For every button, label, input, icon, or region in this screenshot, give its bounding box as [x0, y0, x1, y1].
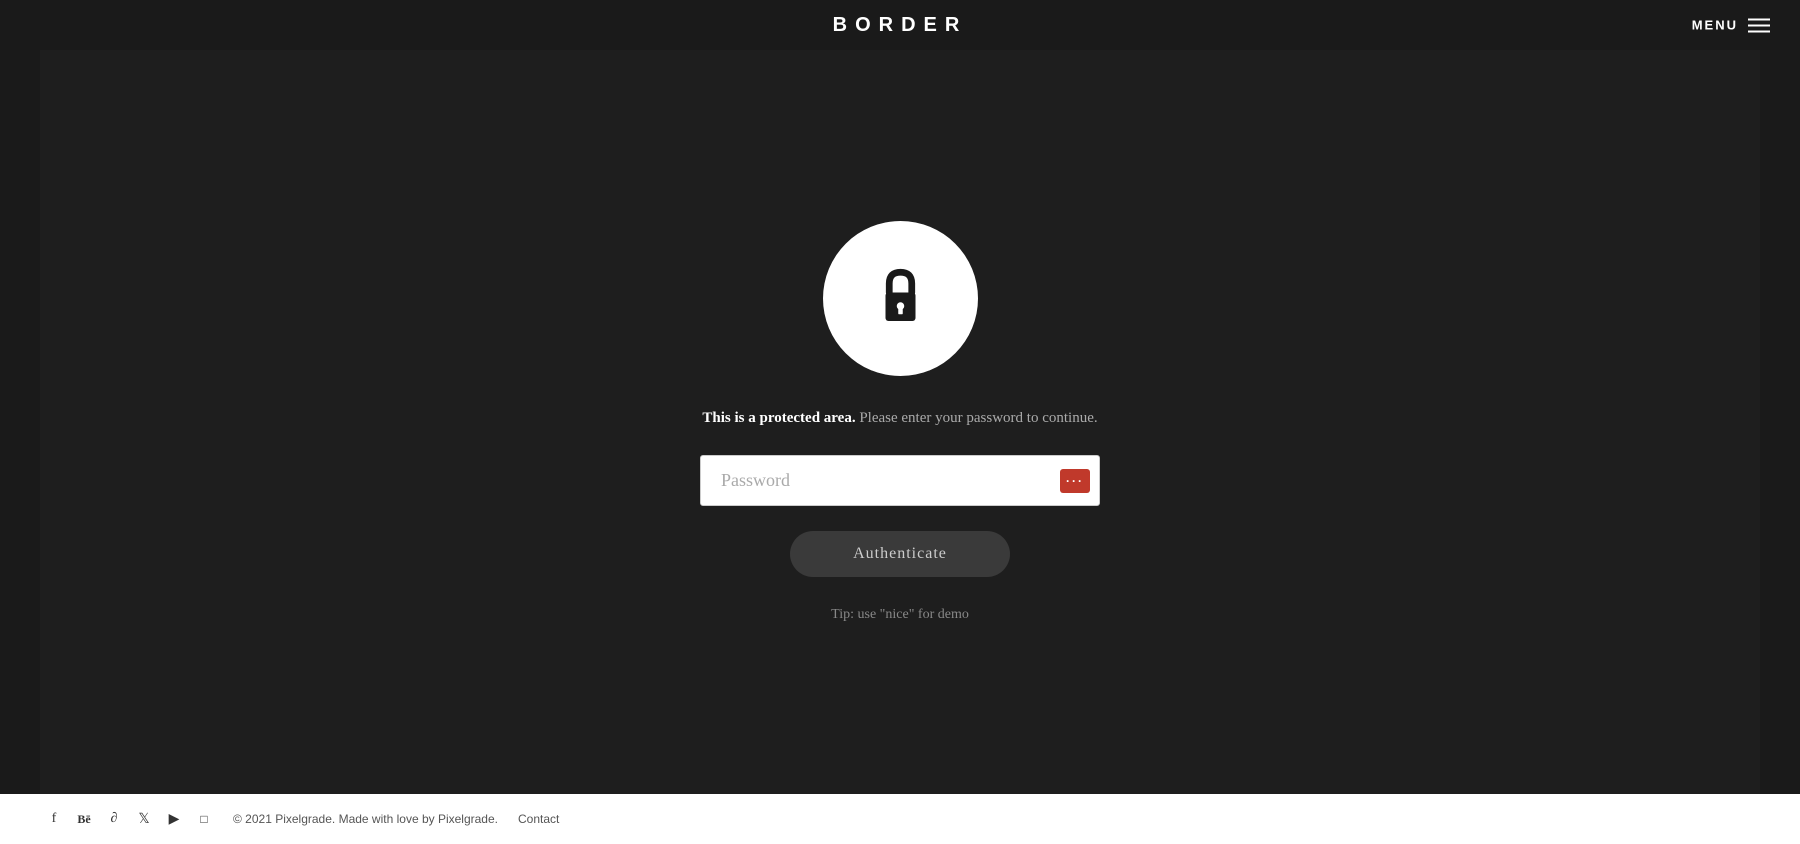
main-content: This is a protected area. Please enter y… [40, 50, 1760, 794]
description-body: Please enter your password to continue. [856, 410, 1098, 426]
footer: f Bē ∂ 𝕏 ▶ □ © 2021 Pixelgrade. Made wit… [0, 794, 1800, 844]
lock-circle [823, 221, 978, 376]
toggle-password-button[interactable]: ··· [1060, 469, 1090, 493]
password-wrapper: ··· [700, 455, 1100, 506]
copyright-text: © 2021 Pixelgrade. Made with love by Pix… [233, 812, 498, 826]
hamburger-icon [1748, 18, 1770, 32]
authenticate-button[interactable]: Authenticate [790, 531, 1010, 577]
youtube-icon[interactable]: ▶ [165, 810, 183, 828]
facebook-icon[interactable]: f [45, 810, 63, 828]
auth-container: This is a protected area. Please enter y… [700, 221, 1100, 623]
social-icons: f Bē ∂ 𝕏 ▶ □ [45, 810, 213, 828]
description-text: This is a protected area. Please enter y… [702, 406, 1097, 430]
site-title: BORDER [833, 14, 968, 37]
twitter-icon[interactable]: 𝕏 [135, 810, 153, 828]
menu-label: MENU [1692, 18, 1738, 33]
description-bold: This is a protected area. [702, 410, 855, 426]
tip-text: Tip: use "nice" for demo [831, 607, 969, 623]
menu-button[interactable]: MENU [1692, 18, 1770, 33]
behance-icon[interactable]: Bē [75, 810, 93, 828]
password-input[interactable] [700, 455, 1100, 506]
vimeo-icon[interactable]: □ [195, 810, 213, 828]
deviantart-icon[interactable]: ∂ [105, 810, 123, 828]
password-dots-icon: ··· [1066, 474, 1084, 488]
header: BORDER MENU [0, 0, 1800, 50]
contact-link[interactable]: Contact [518, 812, 559, 826]
lock-icon [863, 261, 938, 336]
